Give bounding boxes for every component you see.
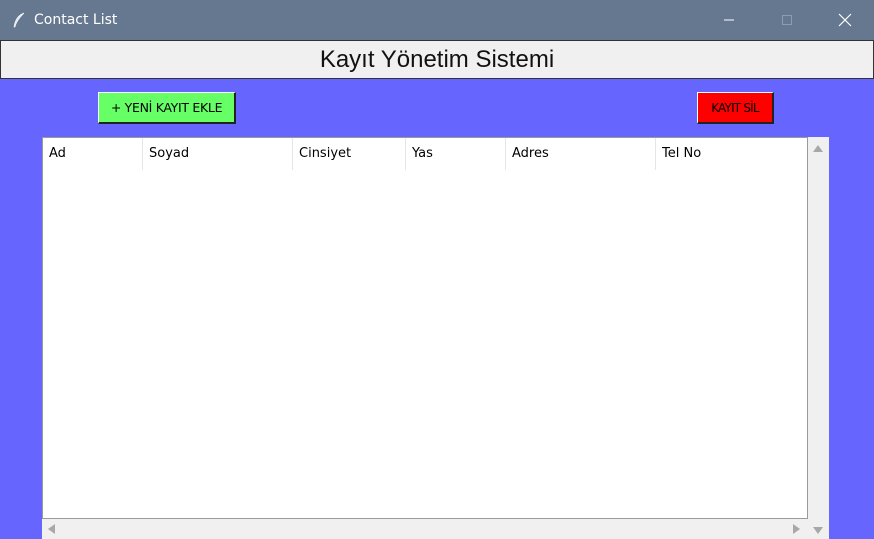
add-record-button[interactable]: + YENİ KAYIT EKLE: [98, 92, 236, 124]
window-controls: [700, 0, 874, 40]
table-header: Ad Soyad Cinsiyet Yas Adres Tel No: [43, 138, 807, 170]
minimize-button[interactable]: [700, 0, 758, 40]
scroll-down-icon[interactable]: [813, 527, 823, 534]
vertical-scrollbar[interactable]: [808, 137, 829, 539]
window-titlebar[interactable]: Contact List: [0, 0, 874, 40]
scroll-right-icon[interactable]: [793, 524, 800, 534]
column-header-yas[interactable]: Yas: [406, 138, 506, 170]
delete-record-button[interactable]: KAYIT SİL: [697, 92, 774, 124]
feather-icon: [12, 12, 26, 28]
close-icon: [838, 13, 852, 27]
column-header-cinsiyet[interactable]: Cinsiyet: [293, 138, 406, 170]
maximize-icon: [781, 14, 793, 26]
scroll-up-icon[interactable]: [813, 145, 823, 152]
maximize-button[interactable]: [758, 0, 816, 40]
close-button[interactable]: [816, 0, 874, 40]
page-title: Kayıt Yönetim Sistemi: [319, 45, 555, 73]
column-header-ad[interactable]: Ad: [43, 138, 143, 170]
scroll-left-icon[interactable]: [48, 524, 55, 534]
column-header-tel-no[interactable]: Tel No: [656, 138, 807, 170]
records-table[interactable]: Ad Soyad Cinsiyet Yas Adres Tel No: [42, 137, 808, 519]
minimize-icon: [723, 14, 735, 26]
column-header-soyad[interactable]: Soyad: [143, 138, 293, 170]
horizontal-scrollbar[interactable]: [42, 519, 808, 539]
header-bar: Kayıt Yönetim Sistemi: [0, 40, 874, 79]
window-title: Contact List: [34, 12, 118, 28]
column-header-adres[interactable]: Adres: [506, 138, 656, 170]
